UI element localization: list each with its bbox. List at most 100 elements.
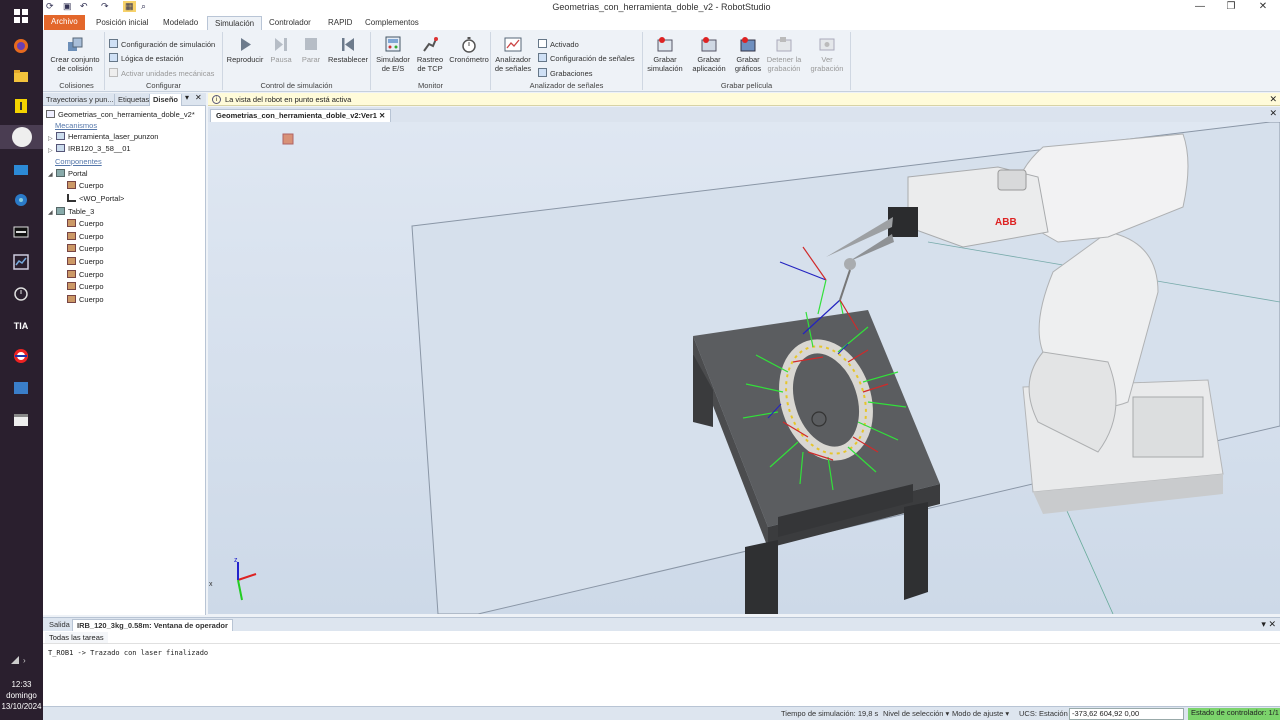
remote-desktop-icon[interactable]	[11, 378, 31, 398]
windows-start-icon[interactable]	[11, 6, 31, 26]
redo-icon[interactable]: ↷	[101, 1, 109, 12]
clock-app-icon[interactable]	[11, 284, 31, 304]
record-graphics-icon	[740, 37, 756, 52]
view-recording-button[interactable]: Ver grabación	[807, 36, 847, 73]
stopwatch-icon	[462, 37, 476, 53]
close-icon[interactable]: ✕	[1248, 1, 1278, 12]
panel-close-icon[interactable]: ✕	[195, 93, 202, 102]
notes-app-icon[interactable]	[11, 96, 31, 116]
activate-mech-units-button[interactable]: Activar unidades mecánicas	[109, 68, 214, 78]
ucs-coordinates-field[interactable]: -373,62 604,92 0,00	[1069, 708, 1184, 720]
stopwatch-button[interactable]: Cronómetro	[448, 36, 490, 64]
tree-item-table-cuerpo[interactable]: Cuerpo	[67, 281, 104, 293]
info-close-icon[interactable]: ✕	[1269, 93, 1277, 106]
tree-item-portal[interactable]: Portal	[56, 168, 88, 180]
group-label-monitor: Monitor	[417, 81, 443, 90]
tab-close-icon[interactable]: ✕	[379, 111, 385, 120]
create-collision-set-button[interactable]: Crear conjunto de colisión	[47, 36, 103, 73]
tree-item-table[interactable]: Table_3	[56, 206, 94, 218]
tree-item-tool[interactable]: Herramienta_laser_punzon	[56, 131, 158, 143]
controller-status[interactable]: Estado de controlador: 1/1	[1188, 708, 1280, 720]
signal-config-button[interactable]: Configuración de señales	[538, 53, 635, 63]
tree-item-table-cuerpo[interactable]: Cuerpo	[67, 256, 104, 268]
firefox-icon[interactable]	[11, 36, 31, 56]
vpn-icon[interactable]	[11, 346, 31, 366]
tree-item-table-cuerpo[interactable]: Cuerpo	[67, 269, 104, 281]
expand-arrow-icon[interactable]: ▷	[48, 147, 53, 154]
window-app-icon[interactable]	[11, 410, 31, 430]
group-grabar-pelicula: Grabar simulación Grabar aplicación Grabar…	[643, 32, 851, 90]
panel-pin-icon[interactable]: ▾	[185, 93, 189, 102]
tab-simulacion[interactable]: Simulación	[207, 16, 263, 30]
robotstudio-taskbar-icon[interactable]	[0, 125, 43, 149]
file-explorer-icon[interactable]	[11, 66, 31, 86]
tab-controlador[interactable]: Controlador	[262, 16, 318, 30]
terminal-icon[interactable]	[11, 222, 31, 242]
output-panel-controls: ▾ ✕	[1261, 619, 1276, 630]
mail-icon[interactable]	[11, 160, 31, 180]
tree-item-robot[interactable]: IRB120_3_58__01	[56, 143, 131, 155]
select-tool-icon[interactable]: ▦	[123, 1, 136, 12]
snap-mode-dropdown[interactable]: Modo de ajuste ▾	[952, 709, 1009, 718]
signal-analyzer-button[interactable]: Analizador de señales	[493, 36, 533, 73]
ribbon-tabs: Archivo Posición inicial Modelado Simula…	[43, 14, 1280, 30]
monitor-app-icon[interactable]	[11, 252, 31, 272]
output-tabs: Salida IRB_120_3kg_0.58m: Ventana de ope…	[43, 618, 1280, 631]
view-close-icon[interactable]: ✕	[1269, 108, 1277, 119]
collapse-arrow-icon[interactable]: ◢	[48, 171, 53, 178]
sim-config-button[interactable]: Configuración de simulación	[109, 39, 215, 49]
window-title: Geometrias_con_herramienta_doble_v2 - Ro…	[552, 2, 771, 12]
tab-view1[interactable]: Geometrias_con_herramienta_doble_v2:Ver1…	[210, 109, 392, 122]
panel-close-icon[interactable]: ✕	[1268, 619, 1276, 629]
tree-item-wo-portal[interactable]: <WO_Portal>	[67, 193, 124, 205]
expand-arrow-icon[interactable]: ▷	[48, 135, 53, 142]
app-logo-icon[interactable]: ⟳	[46, 1, 54, 12]
tree-item-table-cuerpo[interactable]: Cuerpo	[67, 218, 104, 230]
collapse-arrow-icon[interactable]: ◢	[48, 209, 53, 216]
stop-button[interactable]: Parar	[297, 36, 325, 64]
panel-dropdown-icon[interactable]: ▾	[1261, 619, 1266, 629]
tia-portal-icon[interactable]: TIA	[11, 316, 31, 336]
tab-trayectorias[interactable]: Trayectorias y pun...	[43, 94, 115, 106]
selection-level-dropdown[interactable]: Nivel de selección ▾	[883, 709, 949, 718]
maximize-icon[interactable]: ❐	[1216, 1, 1246, 12]
3d-viewport[interactable]: ABB z x	[208, 122, 1280, 614]
record-simulation-button[interactable]: Grabar simulación	[645, 36, 685, 73]
recordings-button[interactable]: Grabaciones	[538, 68, 593, 78]
tree-item-portal-cuerpo[interactable]: Cuerpo	[67, 180, 104, 192]
snap-tool-icon[interactable]: ⌕	[141, 1, 146, 12]
tab-etiquetas[interactable]: Etiquetas	[115, 94, 150, 106]
tab-archivo[interactable]: Archivo	[44, 15, 85, 30]
undo-icon[interactable]: ↶	[80, 1, 88, 12]
pause-button[interactable]: Pausa	[266, 36, 296, 64]
taskbar-clock[interactable]: 12:33 domingo 13/10/2024	[0, 679, 43, 712]
save-icon[interactable]: ▣	[63, 1, 72, 12]
body-icon	[67, 219, 76, 227]
tree-item-table-cuerpo[interactable]: Cuerpo	[67, 231, 104, 243]
play-button[interactable]: Reproducir	[226, 36, 264, 64]
io-simulator-button[interactable]: Simulador de E/S	[373, 36, 413, 73]
tab-diseno[interactable]: Diseño	[150, 94, 182, 106]
activated-checkbox[interactable]: Activado	[538, 39, 579, 49]
record-application-button[interactable]: Grabar aplicación	[689, 36, 729, 73]
wifi-icon[interactable]: ›	[10, 655, 30, 667]
tcp-trace-button[interactable]: Rastreo de TCP	[413, 36, 447, 73]
tab-posicion-inicial[interactable]: Posición inicial	[89, 16, 155, 30]
minimize-icon[interactable]: —	[1185, 1, 1215, 12]
tab-complementos[interactable]: Complementos	[358, 16, 426, 30]
tree-item-table-cuerpo[interactable]: Cuerpo	[67, 294, 104, 306]
reset-button[interactable]: Restablecer	[326, 36, 370, 64]
tab-rapid[interactable]: RAPID	[321, 16, 359, 30]
station-logic-button[interactable]: Lógica de estación	[109, 53, 184, 63]
clock-time: 12:33	[11, 680, 32, 689]
info-message: La vista del robot en punto está activa	[225, 95, 352, 104]
filter-all-tasks[interactable]: Todas las tareas	[45, 632, 108, 643]
network-tool-icon[interactable]	[11, 190, 31, 210]
tree-item-table-cuerpo[interactable]: Cuerpo	[67, 243, 104, 255]
tab-operator-window[interactable]: IRB_120_3kg_0.58m: Ventana de operador	[72, 619, 233, 631]
tab-modelado[interactable]: Modelado	[156, 16, 205, 30]
robot-icon	[56, 144, 65, 152]
record-graphics-button[interactable]: Grabar gráficos	[731, 36, 765, 73]
stop-recording-button[interactable]: Detener la grabación	[764, 36, 804, 73]
tab-salida[interactable]: Salida	[45, 619, 74, 631]
